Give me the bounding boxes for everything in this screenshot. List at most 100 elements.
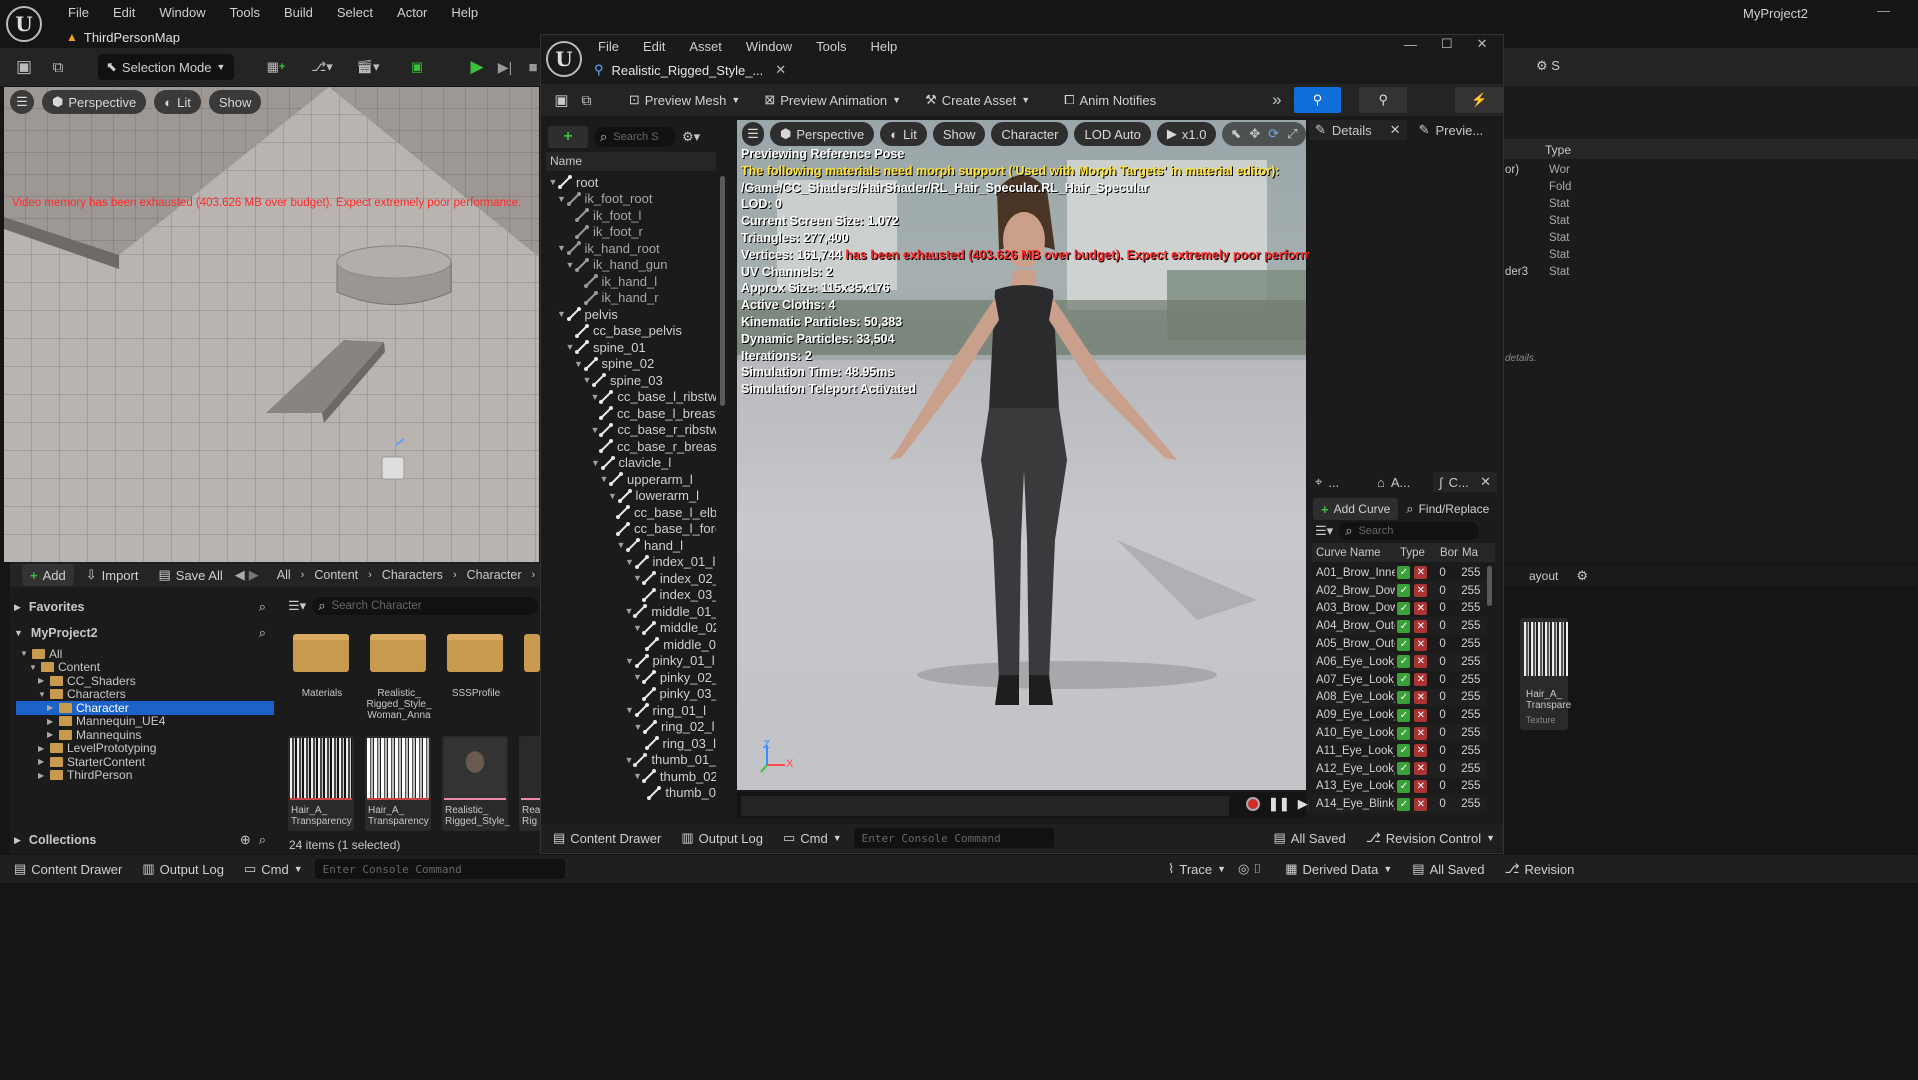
morph-target-icon[interactable]: ✓ (1397, 708, 1411, 722)
morph-target-icon[interactable]: ✓ (1397, 726, 1411, 740)
folder-tile[interactable]: SSSProfile (442, 626, 514, 726)
bone-item[interactable]: ▼ upperarm_l (548, 471, 716, 488)
bone-item[interactable]: ▼ ik_foot_root (548, 191, 716, 208)
curve-row[interactable]: A08_Eye_Look_Dov✓✕ 0 255 (1312, 688, 1487, 707)
bone-item[interactable]: ▼ spine_01 (548, 339, 716, 356)
expand-icon[interactable]: ▼ (633, 771, 642, 781)
add-actor-icon[interactable]: ▦ + (256, 59, 296, 75)
material-curve-icon[interactable]: ✕ (1414, 690, 1428, 704)
outliner-name-cell[interactable] (1505, 232, 1528, 249)
revision-control-button[interactable]: ⎇ Revision Control ▼ (1358, 825, 1503, 851)
bone-item[interactable]: ▼ index_01_l (548, 554, 716, 571)
curve-row[interactable]: A04_Brow_Outer_U✓✕ 0 255 (1312, 617, 1487, 636)
derived-data-button[interactable]: ▦ Derived Data ▼ (1277, 856, 1400, 882)
material-curve-icon[interactable]: ✕ (1414, 726, 1428, 740)
collections-header[interactable]: ▶ Collections ⊕ ⌕ (14, 831, 274, 849)
expand-icon[interactable]: ▼ (557, 309, 567, 319)
menu-actor[interactable]: Actor (385, 5, 439, 20)
menu-help[interactable]: Help (858, 39, 909, 54)
all-saved-button[interactable]: ▤ All Saved (1404, 856, 1492, 882)
folder-tree-item[interactable]: ▼ All (16, 647, 274, 661)
expand-icon[interactable]: ▼ (616, 540, 626, 550)
asset-tile[interactable]: Hair_A_ Transparency (288, 736, 354, 831)
curve-type-header[interactable]: Type (1396, 547, 1436, 559)
curve-bone-header[interactable]: Bor (1436, 547, 1460, 559)
breadcrumb-item[interactable]: Characters (382, 568, 443, 582)
menu-asset[interactable]: Asset (677, 39, 734, 54)
playback-speed-button[interactable]: ▶ x1.0 (1156, 122, 1217, 146)
expand-icon[interactable]: ▼ (625, 656, 635, 666)
expand-icon[interactable]: ▼ (633, 573, 642, 583)
morph-target-icon[interactable]: ✓ (1397, 566, 1411, 580)
window-minimize-button[interactable]: — (1877, 3, 1890, 18)
bone-item[interactable]: ▼ ring_02_l (548, 719, 716, 736)
bone-item[interactable]: ik_foot_l (548, 207, 716, 224)
collapse-icon[interactable]: ▶ (38, 757, 46, 766)
breadcrumb-item[interactable]: Character (467, 568, 522, 582)
add-bone-button[interactable]: + (548, 126, 588, 148)
outliner-name-cell[interactable] (1505, 181, 1528, 198)
bone-item[interactable]: middle_0 (548, 636, 716, 653)
preview-animation-button[interactable]: ⊠ Preview Animation ▼ (756, 87, 909, 113)
search-icon[interactable]: ⌕ (259, 599, 266, 615)
menu-edit[interactable]: Edit (101, 5, 147, 20)
bone-item[interactable]: ik_foot_r (548, 224, 716, 241)
add-curve-button[interactable]: + Add Curve (1313, 498, 1399, 520)
curve-row[interactable]: A07_Eye_Look_Up_✓✕ 0 255 (1312, 671, 1487, 689)
folder-tile[interactable]: Materials (288, 626, 360, 726)
selection-mode-button[interactable]: ⬉ Selection Mode ▼ (98, 54, 234, 80)
save-icon[interactable]: ▣ (10, 57, 38, 77)
expand-icon[interactable]: ▼ (582, 375, 592, 385)
expand-icon[interactable]: ▼ (29, 663, 37, 672)
expand-icon[interactable]: ▼ (565, 342, 575, 352)
bone-item[interactable]: ▼ cc_base_r_ribstwist (548, 422, 717, 439)
material-curve-icon[interactable]: ✕ (1414, 797, 1428, 811)
camera-icon[interactable]: ⌷ (1253, 861, 1261, 877)
curves-search-input[interactable]: ⌕ Search (1339, 522, 1480, 540)
menu-build[interactable]: Build (272, 5, 325, 20)
revision-button[interactable]: ⎇ Revision (1497, 856, 1583, 882)
modes-icon[interactable]: ▣ (402, 59, 432, 75)
material-curve-icon[interactable]: ✕ (1414, 601, 1428, 615)
collapse-icon[interactable]: ▶ (47, 703, 55, 712)
expand-icon[interactable]: ▼ (557, 194, 567, 204)
console-input[interactable]: Enter Console Command (853, 828, 1054, 848)
outliner-name-cell[interactable] (1505, 215, 1528, 232)
curve-list-scrollbar[interactable] (1487, 566, 1492, 606)
bone-item[interactable]: ▼ thumb_02_ (548, 768, 716, 785)
outliner-name-cell[interactable]: or) (1505, 164, 1528, 181)
bone-tree-scrollbar[interactable] (720, 176, 725, 406)
bone-item[interactable]: cc_base_pelvis (548, 323, 716, 340)
folder-icon[interactable] (524, 634, 540, 672)
save-all-button[interactable]: ▤ Save All (150, 562, 230, 588)
bone-item[interactable]: ▼ spine_03 (548, 372, 716, 389)
material-curve-icon[interactable]: ✕ (1414, 708, 1428, 722)
close-icon[interactable]: ✕ (1477, 36, 1488, 52)
collapse-icon[interactable]: ▶ (38, 676, 46, 685)
curve-name-header[interactable]: Curve Name (1312, 547, 1396, 559)
menu-window[interactable]: Window (147, 5, 217, 20)
menu-tools[interactable]: Tools (218, 5, 272, 20)
folder-tree-item[interactable]: ▶ Mannequin_UE4 (16, 714, 274, 728)
curve-row[interactable]: A11_Eye_Look_In_✓✕ 0 255 (1312, 742, 1487, 760)
material-curve-icon[interactable]: ✕ (1414, 584, 1428, 598)
curves-tab-3[interactable]: ∫ C... ✕ (1433, 472, 1497, 492)
cinematics-icon[interactable]: 🎬︎▾ (348, 59, 388, 75)
mesh-mode-button[interactable]: ⚲ (1359, 87, 1408, 113)
editor-asset-tab[interactable]: ⚲ Realistic_Rigged_Style_... ✕ (594, 60, 786, 80)
content-drawer-button[interactable]: ▤ Content Drawer (6, 856, 130, 882)
bone-item[interactable]: cc_base_r_breast (548, 438, 716, 455)
lit-button[interactable]: ◐ Lit (880, 122, 927, 146)
folder-tree-item[interactable]: ▼ Content (16, 660, 274, 674)
bone-item[interactable]: ▼ clavicle_l (548, 455, 716, 472)
perspective-button[interactable]: ⬢ Perspective (42, 90, 147, 114)
record-icon[interactable]: ◎ (1238, 861, 1249, 877)
bone-item[interactable]: ▼ ik_hand_root (548, 240, 716, 257)
collapse-icon[interactable]: ▶ (47, 717, 55, 726)
bone-item[interactable]: ▼ lowerarm_l (548, 488, 716, 505)
expand-icon[interactable]: ▼ (625, 755, 634, 765)
add-collection-icon[interactable]: ⊕ (240, 832, 251, 848)
expand-icon[interactable]: ▼ (625, 557, 635, 567)
expand-icon[interactable]: ▼ (574, 359, 584, 369)
asset-peek[interactable]: Hair_A_ Transpare Texture (1520, 618, 1571, 730)
